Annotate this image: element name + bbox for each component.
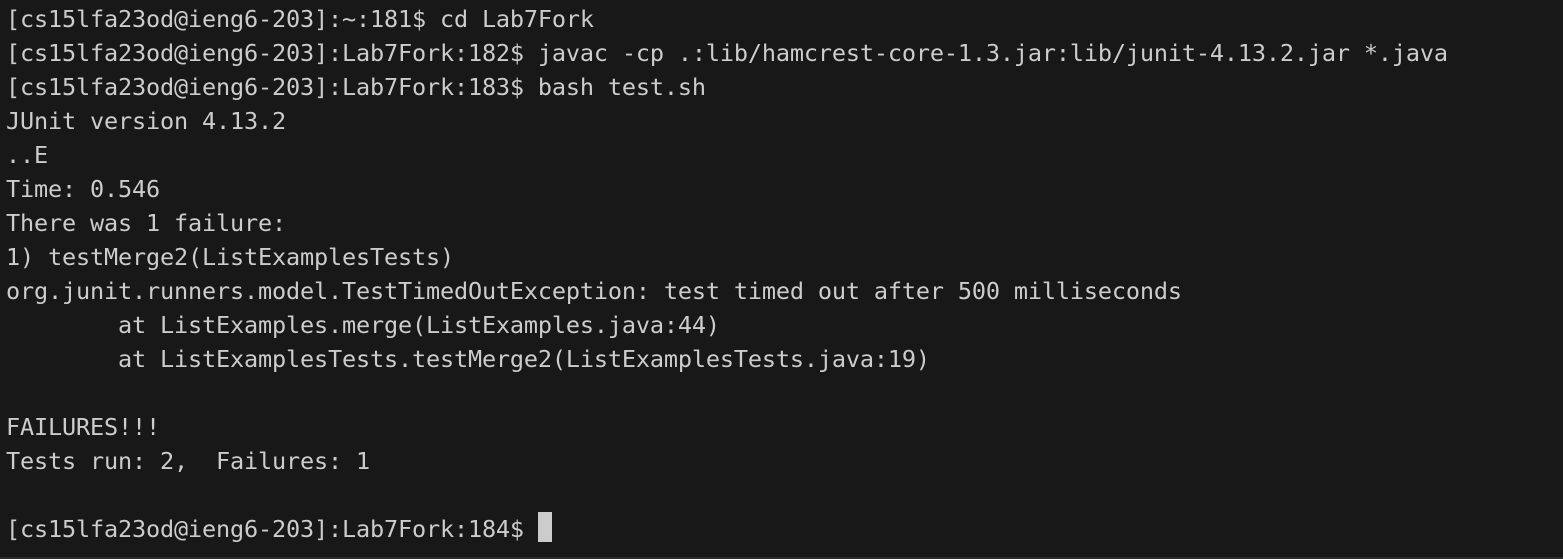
terminal-line: ..E [6,141,48,169]
terminal-line: [cs15lfa23od@ieng6-203]:Lab7Fork:182$ ja… [6,39,1448,67]
terminal-line: 1) testMerge2(ListExamplesTests) [6,243,454,271]
terminal-prompt: [cs15lfa23od@ieng6-203]:Lab7Fork:184$ [6,515,538,543]
terminal-line: at ListExamplesTests.testMerge2(ListExam… [6,345,930,373]
terminal-window[interactable]: [cs15lfa23od@ieng6-203]:~:181$ cd Lab7Fo… [0,0,1563,559]
terminal-line: [cs15lfa23od@ieng6-203]:~:181$ cd Lab7Fo… [6,5,594,33]
terminal-line: [cs15lfa23od@ieng6-203]:Lab7Fork:183$ ba… [6,73,706,101]
terminal-line: org.junit.runners.model.TestTimedOutExce… [6,277,1182,305]
terminal-prompt-line[interactable]: [cs15lfa23od@ieng6-203]:Lab7Fork:184$ [6,512,1563,546]
terminal-line: FAILURES!!! [6,413,160,441]
text-cursor [537,512,552,542]
terminal-line: at ListExamples.merge(ListExamples.java:… [6,311,720,339]
terminal-line: Tests run: 2, Failures: 1 [6,447,370,475]
terminal-line: Time: 0.546 [6,175,160,203]
terminal-line: JUnit version 4.13.2 [6,107,286,135]
terminal-line: There was 1 failure: [6,209,286,237]
